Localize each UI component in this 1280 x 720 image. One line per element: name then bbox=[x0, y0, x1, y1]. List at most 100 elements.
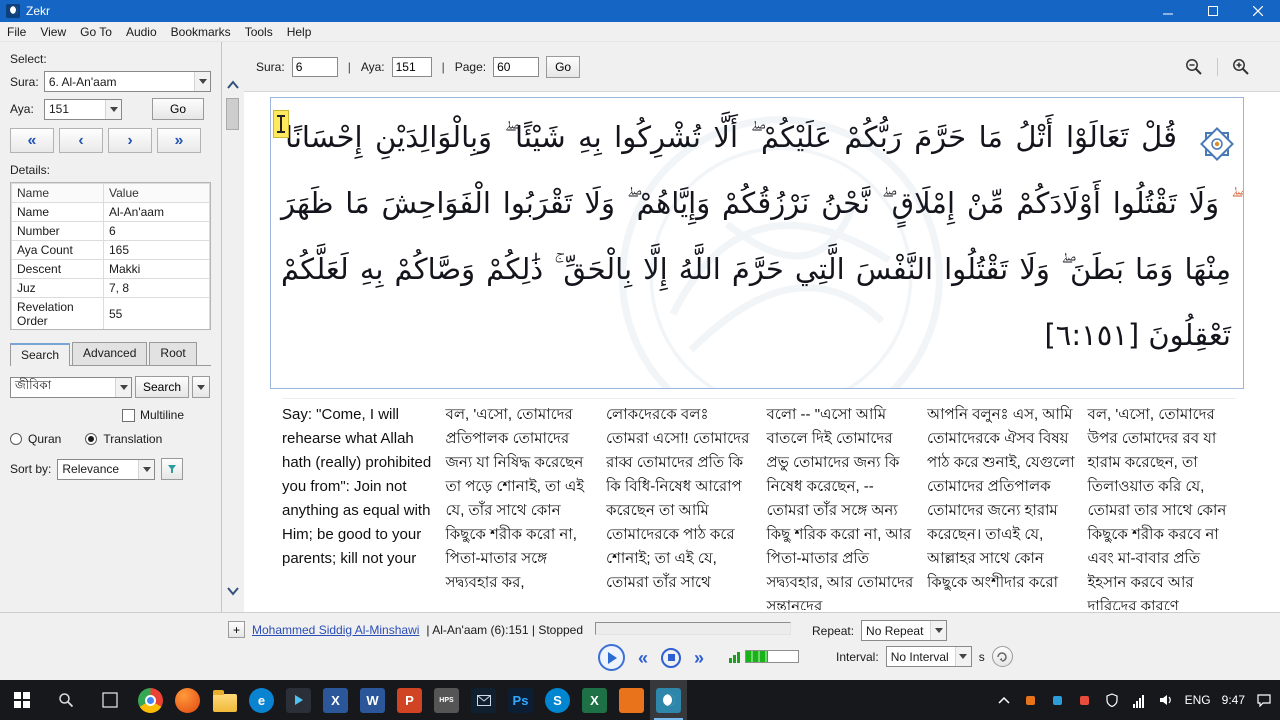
taskbar-app-office-x[interactable]: X bbox=[317, 680, 354, 720]
last-aya-button[interactable]: » bbox=[157, 128, 201, 153]
cell-key: Aya Count bbox=[11, 240, 104, 260]
play-button[interactable] bbox=[598, 644, 625, 671]
continuous-play-button[interactable] bbox=[991, 646, 1013, 667]
translation-column-bengali-3[interactable]: বলো -- "এসো আমি বাতলে দিই তোমাদের প্রভু … bbox=[766, 403, 915, 610]
scroll-up-button[interactable] bbox=[224, 76, 242, 94]
network-icon[interactable] bbox=[1131, 692, 1147, 708]
quran-line[interactable]: مِنْهَا وَمَا بَطَنَ ۖ وَلَا تَقْتُلُوا … bbox=[281, 236, 1231, 302]
volume-slider[interactable] bbox=[745, 650, 799, 663]
taskbar-search-button[interactable] bbox=[44, 680, 88, 720]
table-row[interactable]: Aya Count 165 bbox=[11, 240, 210, 260]
taskbar-app-photoshop[interactable]: Ps bbox=[502, 680, 539, 720]
taskbar-app-browser[interactable] bbox=[169, 680, 206, 720]
interval-combobox[interactable]: No Interval bbox=[885, 646, 972, 667]
taskbar-app-zekr-active[interactable] bbox=[650, 680, 687, 720]
chevron-down-icon[interactable] bbox=[115, 377, 131, 397]
search-button[interactable]: Search bbox=[135, 376, 189, 398]
taskbar-app-hps[interactable]: HPS bbox=[428, 680, 465, 720]
tab-root[interactable]: Root bbox=[149, 342, 197, 365]
taskbar-app-powerpoint[interactable]: P bbox=[391, 680, 428, 720]
toolbar-page-input[interactable] bbox=[493, 56, 540, 77]
tray-app-blue[interactable] bbox=[1050, 692, 1066, 708]
translation-column-bengali-1[interactable]: বল, 'এসো, তোমাদের প্রতিপালক তোমাদের জন্য… bbox=[445, 403, 594, 610]
toolbar-aya-input[interactable] bbox=[391, 56, 432, 77]
task-view-button[interactable] bbox=[88, 680, 132, 720]
quran-line[interactable]: ۖ وَلَا تَقْتُلُوا أَوْلَادَكُمْ مِّنْ إ… bbox=[281, 170, 1231, 236]
table-row[interactable]: Juz 7, 8 bbox=[11, 278, 210, 298]
reciter-link[interactable]: Mohammed Siddig Al-Minshawi bbox=[252, 623, 419, 637]
taskbar-app-mail[interactable] bbox=[465, 680, 502, 720]
chevron-down-icon[interactable] bbox=[194, 72, 210, 91]
sura-combobox[interactable]: 6. Al-An'aam bbox=[43, 71, 211, 92]
sort-combobox[interactable]: Relevance bbox=[57, 458, 156, 480]
quran-line-with-verse-ref[interactable]: تَعْقِلُونَ [٦:١٥١] bbox=[281, 302, 1231, 368]
start-button[interactable] bbox=[0, 680, 44, 720]
tab-advanced[interactable]: Advanced bbox=[72, 342, 148, 365]
search-options-dropdown-button[interactable] bbox=[192, 376, 210, 398]
multiline-checkbox[interactable] bbox=[122, 408, 135, 422]
previous-button[interactable]: « bbox=[638, 648, 648, 668]
tray-app-red[interactable] bbox=[1077, 692, 1093, 708]
tray-app-orange[interactable] bbox=[1023, 692, 1039, 708]
toolbar-sura-input[interactable] bbox=[291, 56, 338, 77]
taskbar-app-edge[interactable]: e bbox=[243, 680, 280, 720]
translation-column-bengali-2[interactable]: লোকদেরকে বলঃ তোমরা এসো! তোমাদের রাব্ব তো… bbox=[606, 403, 755, 610]
keyboard-language[interactable]: ENG bbox=[1185, 693, 1211, 707]
chevron-down-icon[interactable] bbox=[930, 621, 947, 640]
taskbar-app-orange[interactable] bbox=[613, 680, 650, 720]
chevron-down-icon[interactable] bbox=[954, 647, 971, 666]
translation-column-bengali-5[interactable]: বল, 'এসো, তোমাদের উপর তোমাদের রব যা হারা… bbox=[1087, 403, 1236, 610]
next-button[interactable]: » bbox=[694, 648, 704, 668]
aya-combobox[interactable]: 151 bbox=[44, 98, 122, 120]
table-row[interactable]: Revelation Order 55 bbox=[11, 297, 210, 329]
quran-line[interactable]: قُلْ تَعَالَوْا أَتْلُ مَا حَرَّمَ رَبُّ… bbox=[281, 104, 1231, 170]
translation-column-bengali-4[interactable]: আপনি বলুনঃ এস, আমি তোমাদেরকে ঐসব বিষয় প… bbox=[927, 403, 1076, 610]
tab-search[interactable]: Search bbox=[10, 343, 71, 366]
taskbar-app-skype[interactable]: S bbox=[539, 680, 576, 720]
menu-file[interactable]: File bbox=[0, 23, 33, 41]
minimize-button[interactable] bbox=[1145, 0, 1190, 22]
taskbar-app-word[interactable]: W bbox=[354, 680, 391, 720]
taskbar-app-chrome[interactable] bbox=[132, 680, 169, 720]
close-button[interactable] bbox=[1235, 0, 1280, 22]
maximize-button[interactable] bbox=[1190, 0, 1235, 22]
zoom-in-icon[interactable] bbox=[1232, 58, 1250, 76]
repeat-combobox[interactable]: No Repeat bbox=[861, 620, 948, 641]
hidden-icons-button[interactable] bbox=[996, 692, 1012, 708]
menu-audio[interactable]: Audio bbox=[119, 23, 164, 41]
menu-goto[interactable]: Go To bbox=[73, 23, 119, 41]
taskbar-app-file-explorer[interactable] bbox=[206, 680, 243, 720]
clock[interactable]: 9:47 bbox=[1222, 693, 1245, 707]
volume-tray-icon[interactable] bbox=[1158, 692, 1174, 708]
quran-text-pane[interactable]: قُلْ تَعَالَوْا أَتْلُ مَا حَرَّمَ رَبُّ… bbox=[270, 97, 1244, 389]
menu-help[interactable]: Help bbox=[280, 23, 319, 41]
menu-view[interactable]: View bbox=[33, 23, 73, 41]
quran-radio[interactable] bbox=[10, 433, 22, 445]
scrollbar-thumb[interactable] bbox=[226, 98, 239, 130]
next-aya-button[interactable]: › bbox=[108, 128, 152, 153]
zoom-out-icon[interactable] bbox=[1185, 58, 1203, 76]
chevron-down-icon[interactable] bbox=[138, 459, 155, 479]
taskbar-app-excel[interactable]: X bbox=[576, 680, 613, 720]
taskbar-app-media-player[interactable] bbox=[280, 680, 317, 720]
menu-bookmarks[interactable]: Bookmarks bbox=[164, 23, 238, 41]
scroll-down-button[interactable] bbox=[224, 582, 242, 600]
table-row[interactable]: Name Al-An'aam bbox=[11, 202, 210, 222]
action-center-icon[interactable] bbox=[1256, 692, 1272, 708]
first-aya-button[interactable]: « bbox=[10, 128, 54, 153]
chevron-down-icon[interactable] bbox=[105, 99, 121, 119]
add-reciter-button[interactable]: + bbox=[228, 621, 245, 638]
menu-tools[interactable]: Tools bbox=[238, 23, 280, 41]
prev-aya-button[interactable]: ‹ bbox=[59, 128, 103, 153]
sidebar-go-button[interactable]: Go bbox=[152, 98, 204, 120]
table-row[interactable]: Number 6 bbox=[11, 221, 210, 241]
translation-radio[interactable] bbox=[85, 433, 98, 445]
sort-order-button[interactable] bbox=[161, 458, 184, 480]
search-input[interactable]: জীবিকা bbox=[10, 376, 132, 398]
translation-column-english[interactable]: Say: "Come, I will rehearse what Allah h… bbox=[282, 403, 433, 610]
stop-button[interactable] bbox=[661, 647, 682, 668]
toolbar-go-button[interactable]: Go bbox=[546, 55, 581, 78]
table-row[interactable]: Descent Makki bbox=[11, 259, 210, 279]
audio-progress-bar[interactable] bbox=[595, 622, 791, 635]
security-shield-icon[interactable] bbox=[1104, 692, 1120, 708]
